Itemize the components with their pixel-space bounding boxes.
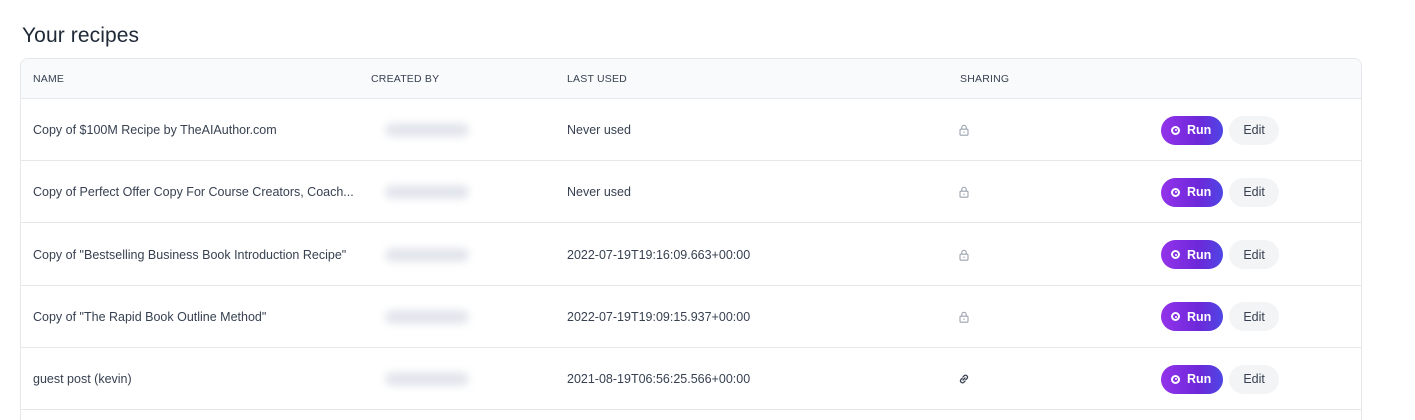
sharing-cell	[957, 161, 997, 223]
run-button-label: Run	[1187, 247, 1212, 262]
table-header: NAME CREATED BY LAST USED SHARING	[21, 59, 1361, 99]
column-header-created-by: CREATED BY	[371, 73, 440, 85]
page-title: Your recipes	[22, 24, 140, 47]
run-button-label: Run	[1187, 309, 1212, 324]
run-icon	[1171, 250, 1180, 260]
run-button-label: Run	[1187, 372, 1212, 387]
edit-button[interactable]: Edit	[1229, 302, 1279, 332]
created-by-cell	[369, 286, 509, 348]
last-used: 2021-08-19T06:56:25.566+00:00	[567, 372, 751, 387]
run-button-label: Run	[1187, 185, 1212, 200]
column-header-last-used: LAST USED	[567, 73, 627, 85]
recipes-table: NAME CREATED BY LAST USED SHARING Copy o…	[20, 58, 1362, 420]
lock-icon	[957, 185, 971, 199]
edit-button[interactable]: Edit	[1229, 364, 1279, 394]
sharing-cell	[957, 224, 997, 286]
redacted-creator	[385, 372, 469, 387]
table-row[interactable]: Copy of $100M Recipe by TheAIAuthor.com …	[21, 99, 1361, 161]
run-icon	[1171, 312, 1180, 322]
redacted-creator	[385, 247, 469, 262]
edit-button[interactable]: Edit	[1229, 177, 1279, 207]
run-icon	[1171, 374, 1180, 384]
sharing-cell	[957, 286, 997, 348]
run-button-label: Run	[1187, 123, 1212, 137]
column-header-name: NAME	[33, 73, 65, 85]
created-by-cell	[369, 99, 509, 161]
sharing-cell	[957, 348, 997, 410]
row-actions: Run Edit	[1161, 99, 1361, 161]
run-button[interactable]: Run	[1161, 240, 1224, 270]
recipe-name[interactable]: Copy of "The Rapid Book Outline Method"	[33, 286, 363, 348]
run-button[interactable]: Run	[1161, 115, 1224, 145]
redacted-creator	[385, 185, 469, 200]
recipe-name[interactable]: guest post (kevin)	[33, 348, 363, 410]
created-by-cell	[369, 161, 509, 223]
run-icon	[1171, 125, 1180, 135]
run-icon	[1171, 187, 1180, 197]
row-actions: Run Edit	[1161, 224, 1361, 286]
row-actions: Run Edit	[1161, 286, 1361, 348]
last-used: Never used	[567, 123, 631, 137]
lock-icon	[957, 248, 971, 262]
link-icon	[957, 372, 971, 386]
recipe-name[interactable]: Copy of $100M Recipe by TheAIAuthor.com	[33, 99, 363, 161]
last-used: 2022-07-19T19:16:09.663+00:00	[567, 247, 751, 262]
lock-icon	[957, 123, 971, 137]
run-button[interactable]: Run	[1161, 302, 1224, 332]
edit-button[interactable]: Edit	[1229, 115, 1279, 145]
lock-icon	[957, 310, 971, 324]
run-button[interactable]: Run	[1161, 364, 1224, 394]
created-by-cell	[369, 348, 509, 410]
edit-button[interactable]: Edit	[1229, 240, 1279, 270]
table-row[interactable]: Copy of "The Rapid Book Outline Method" …	[21, 285, 1361, 348]
recipe-name[interactable]: Copy of "Bestselling Business Book Intro…	[33, 224, 363, 286]
row-actions: Run Edit	[1161, 161, 1361, 223]
table-row[interactable]: Copy of "Bestselling Business Book Intro…	[21, 223, 1361, 286]
run-button[interactable]: Run	[1161, 177, 1224, 207]
table-row[interactable]: guest post (kevin) 2021-08-19T06:56:25.5…	[21, 348, 1361, 411]
last-used: Never used	[567, 185, 631, 200]
redacted-creator	[385, 309, 469, 324]
recipe-name[interactable]: Copy of Perfect Offer Copy For Course Cr…	[33, 161, 363, 223]
last-used: 2022-07-19T19:09:15.937+00:00	[567, 309, 751, 324]
redacted-creator	[385, 123, 469, 137]
created-by-cell	[369, 224, 509, 286]
column-header-sharing: SHARING	[960, 73, 1010, 85]
sharing-cell	[957, 99, 997, 161]
table-row[interactable]: Copy of Perfect Offer Copy For Course Cr…	[21, 161, 1361, 224]
row-actions: Run Edit	[1161, 348, 1361, 410]
